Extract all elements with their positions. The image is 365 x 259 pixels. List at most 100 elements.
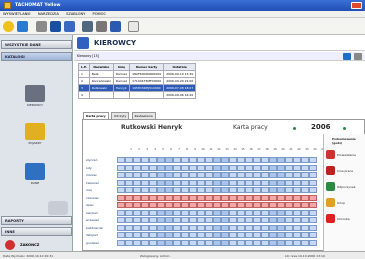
day-cell[interactable]	[181, 157, 189, 163]
day-cell[interactable]	[133, 202, 141, 208]
next-year-button[interactable]	[343, 127, 346, 130]
day-cell[interactable]	[293, 239, 301, 246]
day-cell[interactable]	[173, 179, 181, 186]
day-cell[interactable]	[277, 202, 285, 208]
day-cell[interactable]	[285, 194, 293, 201]
day-cell[interactable]	[141, 187, 149, 193]
day-cell[interactable]	[197, 202, 205, 208]
day-cell[interactable]	[117, 224, 125, 231]
day-cell[interactable]	[285, 217, 293, 223]
day-cell[interactable]	[229, 224, 237, 231]
day-cell[interactable]	[221, 157, 229, 163]
day-cell[interactable]	[197, 187, 205, 193]
day-cell[interactable]	[301, 179, 309, 186]
day-cell[interactable]	[133, 172, 141, 178]
day-cell[interactable]	[309, 179, 317, 186]
day-cell[interactable]	[165, 224, 173, 231]
day-cell[interactable]	[125, 202, 133, 208]
day-cell[interactable]	[253, 202, 261, 208]
day-cell[interactable]	[125, 232, 133, 238]
day-cell[interactable]	[261, 217, 269, 223]
day-cell[interactable]	[309, 224, 317, 231]
all-data-button[interactable]: WSZYSTKIE DANE	[1, 40, 72, 49]
day-cell[interactable]	[277, 232, 285, 238]
day-cell[interactable]	[117, 217, 125, 223]
day-cell[interactable]	[309, 232, 317, 238]
day-cell[interactable]	[149, 172, 157, 178]
day-cell[interactable]	[149, 187, 157, 193]
day-cell[interactable]	[277, 209, 285, 216]
day-cell[interactable]	[189, 209, 197, 216]
day-cell[interactable]	[125, 164, 133, 171]
day-cell[interactable]	[213, 179, 221, 186]
day-cell[interactable]	[237, 209, 245, 216]
day-cell[interactable]	[277, 172, 285, 178]
day-cell[interactable]	[165, 179, 173, 186]
tab-work-card[interactable]: Karta pracy	[83, 112, 109, 119]
day-cell[interactable]	[141, 194, 149, 201]
day-cell[interactable]	[173, 187, 181, 193]
day-cell[interactable]	[301, 202, 309, 208]
day-cell[interactable]	[157, 209, 165, 216]
day-cell[interactable]	[133, 239, 141, 246]
day-cell[interactable]	[261, 172, 269, 178]
day-cell[interactable]	[221, 172, 229, 178]
day-cell[interactable]	[141, 172, 149, 178]
save-icon[interactable]	[17, 21, 28, 32]
day-cell[interactable]	[173, 157, 181, 163]
day-cell[interactable]	[221, 217, 229, 223]
sidebar-item-vehicles[interactable]: POJAZDY	[10, 123, 60, 149]
day-cell[interactable]	[309, 194, 317, 201]
day-cell[interactable]	[245, 194, 253, 201]
column-header[interactable]: Numer karty	[129, 63, 165, 71]
day-cell[interactable]	[149, 209, 157, 216]
day-cell[interactable]	[125, 224, 133, 231]
day-cell[interactable]	[245, 157, 253, 163]
day-cell[interactable]	[285, 179, 293, 186]
day-cell[interactable]	[229, 157, 237, 163]
day-cell[interactable]	[261, 157, 269, 163]
day-cell[interactable]	[189, 224, 197, 231]
day-cell[interactable]	[149, 239, 157, 246]
day-cell[interactable]	[253, 224, 261, 231]
table-row[interactable]: 4 2006-09-06 16:20	[78, 91, 197, 99]
day-cell[interactable]	[213, 232, 221, 238]
day-cell[interactable]	[125, 209, 133, 216]
day-cell[interactable]	[261, 202, 269, 208]
legend-item[interactable]: Prowadzenie	[326, 150, 365, 160]
day-cell[interactable]	[213, 224, 221, 231]
day-cell[interactable]	[293, 217, 301, 223]
day-cell[interactable]	[181, 232, 189, 238]
day-cell[interactable]	[301, 209, 309, 216]
day-cell[interactable]	[157, 187, 165, 193]
day-cell[interactable]	[245, 209, 253, 216]
day-cell[interactable]	[269, 202, 277, 208]
wrench-icon[interactable]	[36, 21, 47, 32]
menu-item-templates[interactable]: SZABLONY	[66, 12, 85, 16]
add-button[interactable]	[343, 53, 351, 60]
day-cell[interactable]	[269, 224, 277, 231]
menu-item-view[interactable]: WYSWIETLANIE	[3, 12, 31, 16]
day-cell[interactable]	[165, 187, 173, 193]
day-cell[interactable]	[261, 164, 269, 171]
day-cell[interactable]	[253, 217, 261, 223]
day-cell[interactable]	[261, 179, 269, 186]
day-cell[interactable]	[277, 164, 285, 171]
day-cell[interactable]	[301, 194, 309, 201]
day-cell[interactable]	[205, 179, 213, 186]
day-cell[interactable]	[229, 239, 237, 246]
day-cell[interactable]	[301, 187, 309, 193]
day-cell[interactable]	[269, 179, 277, 186]
day-cell[interactable]	[293, 202, 301, 208]
table-row[interactable]: 1 Bala Dariusz 18AFK000N000009 2006-09-10 13…	[78, 70, 197, 78]
day-cell[interactable]	[149, 224, 157, 231]
day-cell[interactable]	[309, 164, 317, 171]
day-cell[interactable]	[133, 224, 141, 231]
day-cell[interactable]	[309, 157, 317, 163]
day-cell[interactable]	[197, 164, 205, 171]
day-cell[interactable]	[149, 179, 157, 186]
day-cell[interactable]	[221, 209, 229, 216]
day-cell[interactable]	[189, 232, 197, 238]
day-cell[interactable]	[117, 179, 125, 186]
day-cell[interactable]	[301, 217, 309, 223]
